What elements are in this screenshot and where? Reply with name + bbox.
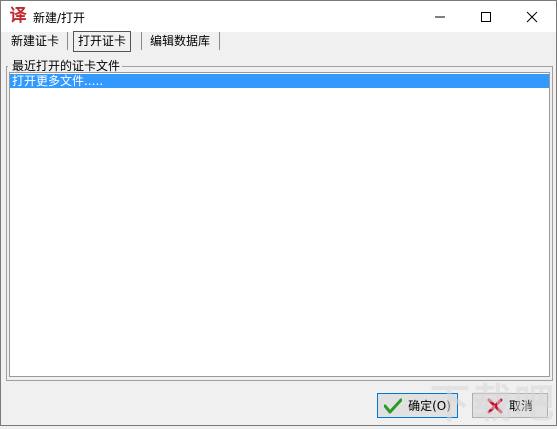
recent-files-list[interactable]: 打开更多文件.....: [9, 72, 550, 377]
close-icon: [526, 11, 538, 22]
x-icon: [487, 398, 503, 413]
dialog-window: 译 新建/打开 新建证卡 打开证卡 编辑数据库 最近打开的证卡文件 打开更多文件…: [0, 0, 557, 427]
tab-open-card[interactable]: 打开证卡: [73, 31, 132, 52]
app-logo-icon: 译: [9, 6, 27, 26]
ok-button[interactable]: 确定(O): [377, 393, 458, 418]
minimize-button[interactable]: [417, 1, 463, 32]
window-title: 新建/打开: [33, 11, 86, 25]
close-button[interactable]: [509, 1, 555, 32]
cancel-button[interactable]: 取消: [472, 393, 548, 418]
tab-divider: [141, 32, 142, 50]
tab-divider: [219, 32, 220, 50]
maximize-icon: [481, 11, 491, 22]
maximize-button[interactable]: [463, 1, 509, 32]
title-bar[interactable]: 译 新建/打开: [1, 1, 556, 32]
checkmark-icon: [384, 398, 403, 413]
minimize-icon: [435, 16, 445, 17]
tab-new-card[interactable]: 新建证卡: [7, 32, 63, 51]
tab-edit-database[interactable]: 编辑数据库: [146, 32, 214, 51]
ok-button-label: 确定(O): [408, 399, 451, 413]
list-item[interactable]: 打开更多文件.....: [10, 74, 549, 88]
cancel-button-label: 取消: [508, 399, 533, 413]
recent-files-group-title: 最近打开的证卡文件: [8, 59, 123, 73]
tab-divider: [67, 32, 68, 50]
